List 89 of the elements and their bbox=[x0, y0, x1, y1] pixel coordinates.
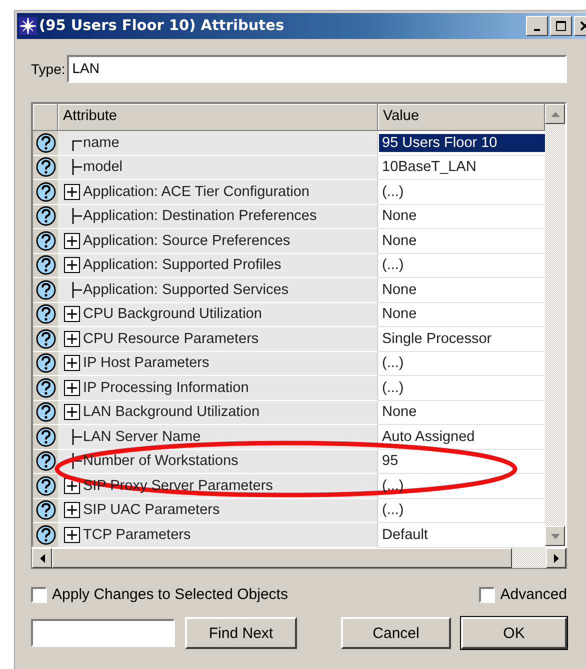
attribute-name: Application: Supported Profiles bbox=[83, 257, 282, 274]
help-icon[interactable] bbox=[36, 426, 56, 447]
maximize-button[interactable] bbox=[550, 16, 572, 36]
expand-icon[interactable] bbox=[64, 330, 80, 347]
attribute-name: model bbox=[83, 159, 122, 176]
attribute-value[interactable]: None bbox=[379, 305, 420, 324]
attribute-name: IP Host Parameters bbox=[83, 355, 210, 372]
attribute-value[interactable]: None bbox=[379, 280, 420, 299]
attribute-value[interactable]: 95 bbox=[379, 452, 402, 470]
attribute-value[interactable]: 95 Users Floor 10 bbox=[379, 134, 545, 152]
attribute-value[interactable]: (...) bbox=[379, 476, 407, 495]
help-icon[interactable] bbox=[36, 476, 56, 496]
attribute-name: Application: Supported Services bbox=[83, 282, 289, 298]
column-header[interactable]: Value bbox=[378, 104, 545, 131]
scroll-down-button[interactable] bbox=[545, 526, 565, 546]
attribute-value[interactable]: Auto Assigned bbox=[379, 428, 478, 446]
attribute-value[interactable]: (...) bbox=[379, 378, 407, 397]
attribute-value[interactable]: Single Processor bbox=[379, 330, 495, 348]
vertical-scrollbar[interactable] bbox=[545, 104, 565, 546]
help-icon[interactable] bbox=[36, 328, 56, 349]
checkbox[interactable] bbox=[479, 586, 496, 602]
attribute-name: CPU Resource Parameters bbox=[83, 330, 259, 347]
column-header[interactable]: Attribute bbox=[58, 104, 378, 131]
attribute-value[interactable]: None bbox=[379, 232, 420, 250]
attribute-value[interactable]: 10BaseT_LAN bbox=[379, 158, 480, 176]
attribute-value[interactable]: Default bbox=[379, 526, 431, 544]
window-title: (95 Users Floor 10) Attributes bbox=[39, 18, 286, 34]
down-arrow-icon bbox=[550, 534, 560, 538]
help-icon[interactable] bbox=[36, 182, 56, 202]
expand-icon[interactable] bbox=[64, 184, 80, 200]
expand-icon[interactable] bbox=[64, 257, 80, 274]
help-icon[interactable] bbox=[36, 255, 56, 276]
attribute-name: CPU Background Utilization bbox=[83, 306, 262, 322]
left-arrow-icon bbox=[40, 554, 44, 562]
scroll-right-button[interactable] bbox=[546, 548, 566, 568]
help-icon[interactable] bbox=[36, 206, 56, 226]
checkbox-label[interactable]: Advanced bbox=[500, 586, 567, 603]
checkbox[interactable] bbox=[31, 586, 47, 602]
dialog-button[interactable]: Cancel bbox=[341, 617, 451, 649]
help-icon[interactable] bbox=[36, 500, 56, 520]
help-icon[interactable] bbox=[36, 280, 56, 300]
attribute-value[interactable]: None bbox=[379, 207, 420, 226]
attribute-name: name bbox=[83, 134, 120, 151]
scroll-up-button[interactable] bbox=[545, 104, 565, 124]
help-icon[interactable] bbox=[36, 132, 56, 153]
attribute-name: SIP UAC Parameters bbox=[83, 502, 220, 518]
horizontal-scrollbar[interactable] bbox=[31, 548, 567, 569]
help-icon[interactable] bbox=[36, 524, 56, 545]
scroll-thumb[interactable] bbox=[52, 548, 512, 568]
star-icon bbox=[19, 17, 37, 35]
expand-icon[interactable] bbox=[64, 404, 80, 420]
minimize-button[interactable] bbox=[526, 16, 548, 36]
search-field[interactable] bbox=[31, 619, 175, 647]
type-field[interactable]: LAN bbox=[67, 55, 567, 83]
help-icon[interactable] bbox=[36, 451, 56, 472]
help-icon[interactable] bbox=[36, 304, 56, 324]
type-label: Type: bbox=[31, 61, 66, 77]
help-icon[interactable] bbox=[36, 157, 56, 178]
expand-icon[interactable] bbox=[64, 380, 80, 396]
dialog-button[interactable]: OK bbox=[461, 617, 567, 649]
expand-icon[interactable] bbox=[64, 526, 80, 543]
attribute-name: Application: Destination Preferences bbox=[83, 208, 317, 224]
attribute-value[interactable]: (...) bbox=[379, 501, 407, 520]
attribute-value[interactable]: (...) bbox=[379, 256, 407, 274]
expand-icon[interactable] bbox=[64, 355, 80, 372]
expand-icon[interactable] bbox=[64, 502, 80, 518]
attribute-name: Number of Workstations bbox=[83, 453, 238, 470]
attribute-name: IP Processing Information bbox=[83, 380, 249, 396]
expand-icon[interactable] bbox=[64, 232, 80, 249]
find-next-button[interactable]: Find Next bbox=[185, 617, 297, 649]
scroll-left-button[interactable] bbox=[32, 548, 52, 568]
help-icon[interactable] bbox=[36, 353, 56, 374]
up-arrow-icon bbox=[550, 112, 560, 116]
help-icon[interactable] bbox=[36, 402, 56, 422]
attribute-name: Application: Source Preferences bbox=[83, 232, 290, 249]
checkbox-label[interactable]: Apply Changes to Selected Objects bbox=[52, 586, 288, 603]
help-icon[interactable] bbox=[36, 378, 56, 398]
minimize-icon bbox=[534, 29, 540, 31]
attribute-value[interactable]: (...) bbox=[379, 182, 407, 201]
attribute-name: TCP Parameters bbox=[83, 526, 191, 543]
attribute-name: LAN Background Utilization bbox=[83, 404, 260, 420]
help-icon[interactable] bbox=[36, 230, 56, 251]
attribute-name: Application: ACE Tier Configuration bbox=[83, 184, 310, 200]
attribute-value[interactable]: None bbox=[379, 403, 420, 422]
attribute-value[interactable]: (...) bbox=[379, 354, 407, 372]
expand-icon[interactable] bbox=[64, 306, 80, 322]
maximize-icon bbox=[556, 21, 566, 31]
attribute-name: LAN Server Name bbox=[83, 428, 201, 445]
right-arrow-icon bbox=[554, 554, 558, 562]
